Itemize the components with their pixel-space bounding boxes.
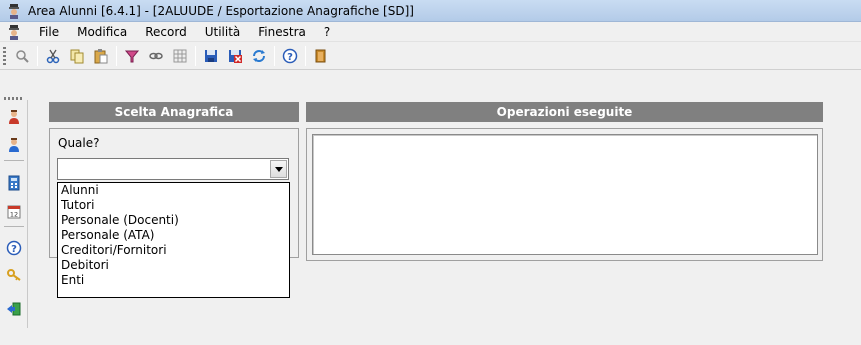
- quale-label: Quale?: [58, 136, 100, 150]
- svg-text:?: ?: [11, 244, 17, 255]
- toolbar-separator: [274, 45, 275, 66]
- option-enti[interactable]: Enti: [58, 273, 289, 288]
- anagrafica-dropdown-list: Alunni Tutori Personale (Docenti) Person…: [57, 182, 290, 298]
- combo-dropdown-button[interactable]: [270, 160, 287, 178]
- menu-bar: File Modifica Record Utilità Finestra ?: [0, 22, 861, 42]
- app-menu-icon[interactable]: [6, 24, 22, 40]
- operazioni-eseguite-header: Operazioni eseguite: [306, 102, 823, 122]
- side-toolbar-grip[interactable]: [4, 97, 22, 100]
- side-toolbar: 12 ?: [0, 97, 28, 328]
- help-icon[interactable]: ?: [5, 239, 23, 257]
- option-tutori[interactable]: Tutori: [58, 198, 289, 213]
- title-bar: Area Alunni [6.4.1] - [2ALUUDE / Esporta…: [0, 0, 861, 22]
- exit-icon[interactable]: [5, 300, 23, 318]
- filter-icon[interactable]: [121, 45, 143, 67]
- operations-log[interactable]: [312, 134, 818, 255]
- menu-finestra[interactable]: Finestra: [249, 25, 315, 39]
- calculator-icon[interactable]: [5, 174, 23, 192]
- refresh-icon[interactable]: [248, 45, 270, 67]
- option-personale-docenti[interactable]: Personale (Docenti): [58, 213, 289, 228]
- user-blue-icon[interactable]: [5, 136, 23, 154]
- save-icon[interactable]: [200, 45, 222, 67]
- window-title: Area Alunni [6.4.1] - [2ALUUDE / Esporta…: [28, 3, 414, 18]
- option-debitori[interactable]: Debitori: [58, 258, 289, 273]
- chevron-down-icon: [274, 166, 283, 172]
- calendar-icon[interactable]: 12: [5, 202, 23, 220]
- menu-file[interactable]: File: [30, 25, 68, 39]
- user-red-icon[interactable]: [5, 108, 23, 126]
- paste-icon[interactable]: [90, 45, 112, 67]
- toolbar-grip[interactable]: [3, 46, 6, 65]
- scelta-anagrafica-header: Scelta Anagrafica: [49, 102, 299, 122]
- key-icon[interactable]: [5, 266, 23, 284]
- grid-icon[interactable]: [169, 45, 191, 67]
- svg-text:?: ?: [287, 52, 293, 63]
- save-close-icon[interactable]: [224, 45, 246, 67]
- option-personale-ata[interactable]: Personale (ATA): [58, 228, 289, 243]
- toolbar-separator: [305, 45, 306, 66]
- search-icon[interactable]: [11, 45, 33, 67]
- anagrafica-combobox[interactable]: [57, 158, 289, 180]
- toolbar-separator: [37, 45, 38, 66]
- menu-modifica[interactable]: Modifica: [68, 25, 136, 39]
- svg-text:12: 12: [10, 211, 18, 219]
- exit-icon[interactable]: [310, 45, 332, 67]
- side-separator: [4, 160, 24, 161]
- menu-help[interactable]: ?: [315, 25, 339, 39]
- cut-icon[interactable]: [42, 45, 64, 67]
- menu-record[interactable]: Record: [136, 25, 195, 39]
- menu-utilita[interactable]: Utilità: [196, 25, 250, 39]
- option-alunni[interactable]: Alunni: [58, 183, 289, 198]
- side-separator: [4, 226, 24, 227]
- toolbar: ?: [0, 42, 861, 70]
- copy-icon[interactable]: [66, 45, 88, 67]
- option-creditori-fornitori[interactable]: Creditori/Fornitori: [58, 243, 289, 258]
- toolbar-separator: [195, 45, 196, 66]
- help-icon[interactable]: ?: [279, 45, 301, 67]
- toolbar-separator: [116, 45, 117, 66]
- link-icon[interactable]: [145, 45, 167, 67]
- app-icon: [6, 3, 22, 19]
